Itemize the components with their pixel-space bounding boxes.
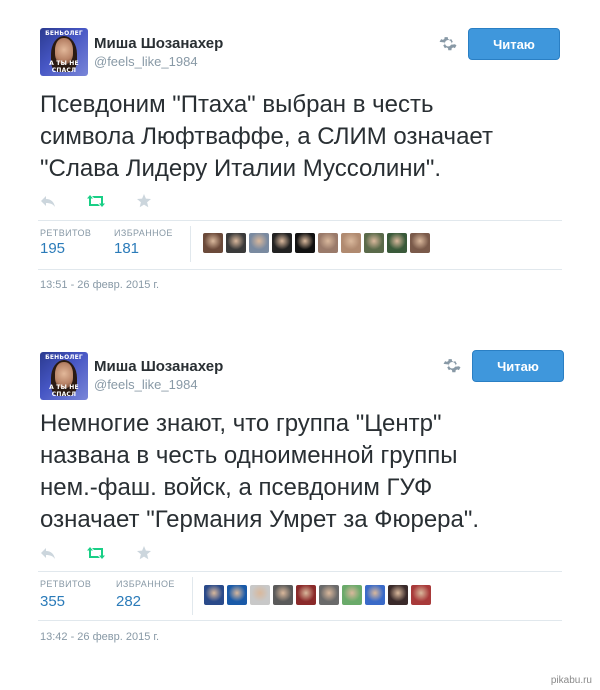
user-name[interactable]: Миша Шозанахер xyxy=(94,358,223,375)
avatar-caption-top: БЕНЬОЛЕГ xyxy=(45,30,83,37)
gear-icon[interactable] xyxy=(442,356,462,376)
avatar[interactable]: БЕНЬОЛЕГ А ТЫ НЕ СПАСЛ xyxy=(40,28,88,76)
favoriter-avatar[interactable] xyxy=(227,585,247,605)
tweet-actions xyxy=(38,545,154,561)
favoriter-avatar[interactable] xyxy=(342,585,362,605)
favoriter-avatar[interactable] xyxy=(226,233,246,253)
favoriter-avatar[interactable] xyxy=(272,233,292,253)
watermark: pikabu.ru xyxy=(550,675,592,686)
favoriter-avatar[interactable] xyxy=(364,233,384,253)
favoriter-avatar[interactable] xyxy=(295,233,315,253)
retweet-icon[interactable] xyxy=(86,193,106,209)
user-handle[interactable]: @feels_like_1984 xyxy=(94,377,198,392)
avatar-caption-top: БЕНЬОЛЕГ xyxy=(45,354,83,361)
retweets-count[interactable]: 355 xyxy=(40,593,65,610)
avatar-caption-bottom: А ТЫ НЕ СПАСЛ xyxy=(49,60,79,74)
timestamp[interactable]: 13:42 - 26 февр. 2015 г. xyxy=(40,631,159,643)
favorites-label: ИЗБРАННОЕ xyxy=(116,579,175,589)
tweet-card: БЕНЬОЛЕГ А ТЫ НЕ СПАСЛ Миша Шозанахер @f… xyxy=(0,340,600,670)
user-name[interactable]: Миша Шозанахер xyxy=(94,35,223,52)
favorite-icon[interactable] xyxy=(134,193,154,209)
favoriter-avatar[interactable] xyxy=(410,233,430,253)
timestamp[interactable]: 13:51 - 26 февр. 2015 г. xyxy=(40,279,159,291)
tweet-card: БЕНЬОЛЕГ А ТЫ НЕ СПАСЛ Миша Шозанахер @f… xyxy=(0,0,600,310)
favorite-icon[interactable] xyxy=(134,545,154,561)
reply-icon[interactable] xyxy=(38,545,58,561)
tweet-text: Немногие знают, что группа "Центр" назва… xyxy=(40,410,480,533)
favoriter-avatar[interactable] xyxy=(365,585,385,605)
follow-button[interactable]: Читаю xyxy=(468,28,560,60)
favoriter-avatar[interactable] xyxy=(388,585,408,605)
retweets-label: РЕТВИТОВ xyxy=(40,579,92,589)
follow-button[interactable]: Читаю xyxy=(472,350,564,382)
favoriter-avatar[interactable] xyxy=(249,233,269,253)
favorites-label: ИЗБРАННОЕ xyxy=(114,228,173,238)
favoriter-avatar[interactable] xyxy=(411,585,431,605)
favoriter-avatar[interactable] xyxy=(250,585,270,605)
divider xyxy=(38,220,562,221)
favoriter-avatar[interactable] xyxy=(387,233,407,253)
favoriters-list xyxy=(204,585,431,605)
gear-icon[interactable] xyxy=(438,34,458,54)
favoriters-list xyxy=(203,233,430,253)
favoriter-avatar[interactable] xyxy=(204,585,224,605)
favoriter-avatar[interactable] xyxy=(203,233,223,253)
divider xyxy=(38,269,562,270)
divider xyxy=(38,620,562,621)
favorites-count[interactable]: 282 xyxy=(116,593,141,610)
favoriter-avatar[interactable] xyxy=(319,585,339,605)
stats-separator xyxy=(192,577,193,615)
avatar-caption-bottom: А ТЫ НЕ СПАСЛ xyxy=(49,384,79,398)
stats-separator xyxy=(190,226,191,262)
retweets-count[interactable]: 195 xyxy=(40,240,65,257)
favorites-count[interactable]: 181 xyxy=(114,240,139,257)
divider xyxy=(38,571,562,572)
tweet-text: Псевдоним "Птаха" выбран в честь символа… xyxy=(40,91,493,182)
favoriter-avatar[interactable] xyxy=(341,233,361,253)
favoriter-avatar[interactable] xyxy=(273,585,293,605)
favoriter-avatar[interactable] xyxy=(296,585,316,605)
retweet-icon[interactable] xyxy=(86,545,106,561)
avatar[interactable]: БЕНЬОЛЕГ А ТЫ НЕ СПАСЛ xyxy=(40,352,88,400)
favoriter-avatar[interactable] xyxy=(318,233,338,253)
reply-icon[interactable] xyxy=(38,193,58,209)
user-handle[interactable]: @feels_like_1984 xyxy=(94,54,198,69)
tweet-actions xyxy=(38,193,154,209)
retweets-label: РЕТВИТОВ xyxy=(40,228,92,238)
